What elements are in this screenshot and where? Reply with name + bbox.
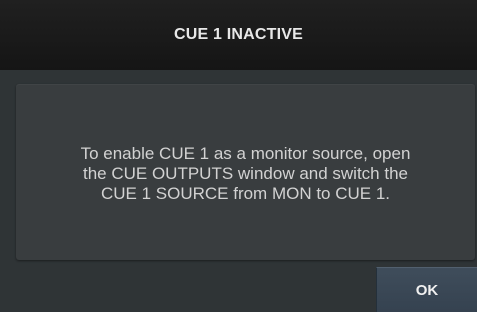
message-line-1: To enable CUE 1 as a monitor source, ope… [80,144,411,163]
message-line-2: the CUE OUTPUTS window and switch the [82,164,408,183]
message-panel: To enable CUE 1 as a monitor source, ope… [16,84,475,260]
dialog-title: CUE 1 INACTIVE [173,26,304,43]
message-text: To enable CUE 1 as a monitor source, ope… [36,144,456,204]
ok-button[interactable]: OK [376,267,477,312]
dialog-title-bar: CUE 1 INACTIVE [0,0,477,70]
cue-inactive-dialog: CUE 1 INACTIVE To enable CUE 1 as a moni… [0,0,477,312]
message-line-3: CUE 1 SOURCE from MON to CUE 1. [100,184,391,203]
ok-button-label: OK [415,281,439,299]
